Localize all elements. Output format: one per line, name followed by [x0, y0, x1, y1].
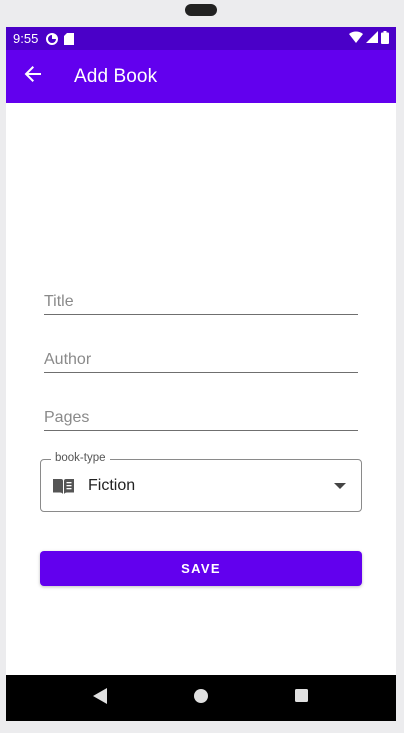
book-type-value: Fiction	[88, 476, 136, 494]
recents-square-icon	[295, 689, 309, 707]
back-button[interactable]	[6, 50, 60, 103]
wifi-icon	[349, 31, 363, 46]
book-icon	[52, 477, 75, 495]
pages-field[interactable]	[44, 397, 358, 431]
pages-input[interactable]	[44, 397, 358, 430]
app-bar: Add Book	[6, 50, 396, 103]
device-speaker	[185, 4, 217, 16]
chevron-down-icon	[334, 482, 346, 489]
nav-back-button[interactable]	[80, 678, 120, 718]
author-input[interactable]	[44, 339, 358, 372]
sd-card-icon	[64, 32, 75, 45]
signal-icon	[366, 31, 378, 46]
book-type-dropdown[interactable]: book-type Fiction	[40, 452, 362, 512]
data-saver-icon	[46, 32, 59, 45]
book-type-label: book-type	[51, 452, 110, 464]
status-bar: 9:55	[6, 27, 396, 50]
arrow-back-icon	[24, 65, 42, 88]
nav-home-button[interactable]	[181, 678, 221, 718]
nav-recents-button[interactable]	[282, 678, 322, 718]
title-field[interactable]	[44, 281, 358, 315]
status-right-icons	[349, 30, 389, 47]
battery-icon	[381, 30, 389, 47]
status-time: 9:55	[13, 31, 39, 46]
system-nav-bar	[6, 675, 396, 721]
page-title: Add Book	[74, 65, 158, 87]
app-screen: 9:55 Add Book Title Author Pages book-ty…	[6, 27, 396, 721]
device-frame: 9:55 Add Book Title Author Pages book-ty…	[0, 0, 404, 733]
title-input[interactable]	[44, 281, 358, 314]
home-circle-icon	[193, 688, 208, 708]
save-button[interactable]: SAVE	[40, 551, 362, 586]
author-field[interactable]	[44, 339, 358, 373]
back-triangle-icon	[93, 687, 108, 709]
